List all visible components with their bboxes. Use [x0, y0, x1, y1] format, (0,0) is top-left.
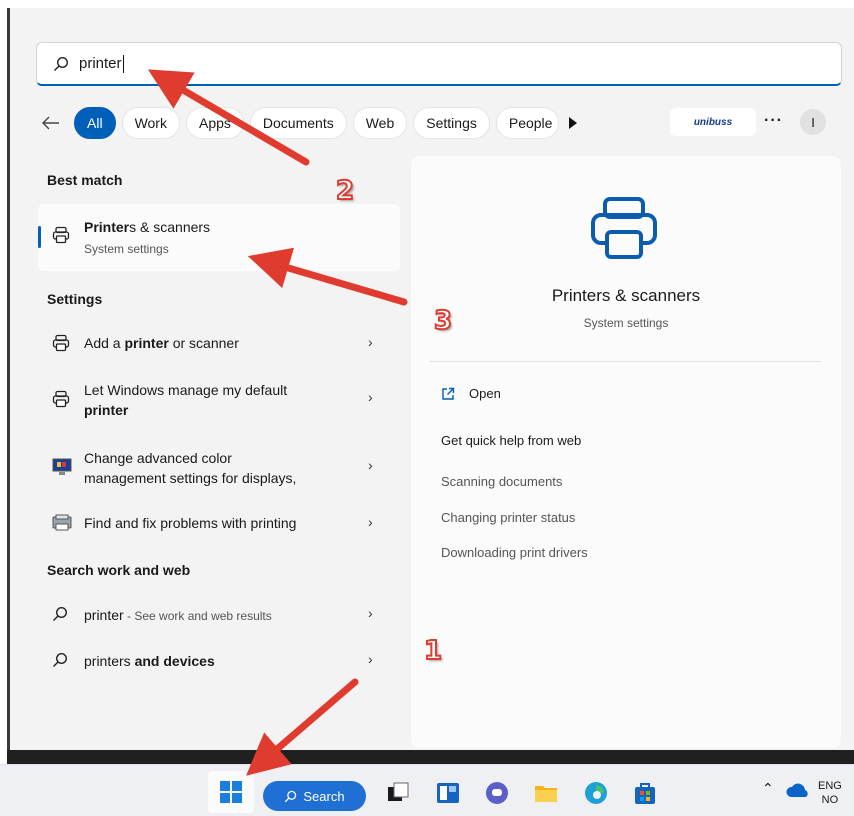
label-post: or scanner	[168, 335, 239, 351]
detail-subtitle: System settings	[583, 316, 669, 330]
open-external-icon	[442, 387, 455, 400]
windows-logo-icon	[220, 781, 242, 803]
filter-apps[interactable]: Apps	[185, 107, 244, 139]
edge-browser-icon[interactable]	[584, 781, 608, 805]
web-bold: and devices	[130, 653, 215, 669]
best-match-title-bold: Printer	[84, 219, 130, 235]
settings-item-default-printer[interactable]: Let Windows manage my default printer ›	[38, 378, 400, 422]
label-bold: printer	[124, 335, 169, 351]
detail-title: Printers & scanners	[551, 286, 701, 305]
help-link-print-drivers[interactable]: Downloading print drivers	[441, 545, 588, 560]
filter-documents[interactable]: Documents	[249, 107, 347, 139]
chevron-right-icon: ›	[368, 334, 373, 350]
chevron-right-icon: ›	[368, 389, 373, 405]
file-explorer-icon[interactable]	[534, 781, 558, 805]
settings-item-label: Let Windows manage my default printer	[84, 380, 287, 420]
color-management-icon	[52, 458, 72, 475]
settings-item-troubleshoot-printing[interactable]: Find and fix problems with printing ›	[38, 510, 400, 540]
settings-item-add-printer[interactable]: Add a printer or scanner ›	[38, 330, 400, 360]
search-icon	[285, 790, 297, 802]
settings-item-label: Find and fix problems with printing	[84, 515, 297, 531]
widgets-icon[interactable]	[436, 781, 460, 805]
search-query[interactable]: printer	[79, 55, 122, 72]
search-input[interactable]: printer	[36, 42, 842, 86]
settings-heading: Settings	[47, 291, 103, 307]
taskbar-search-label: Search	[303, 788, 345, 804]
web-result-printer[interactable]: printer - See work and web results ›	[38, 602, 400, 630]
unibuss-logo[interactable]: unibuss	[670, 108, 756, 136]
back-arrow-icon[interactable]	[36, 116, 66, 130]
label-line1: Change advanced color	[84, 450, 232, 466]
web-result-printers-devices[interactable]: printers and devices ›	[38, 648, 400, 676]
task-view-icon[interactable]	[386, 781, 410, 805]
label-pre: Add a	[84, 335, 125, 351]
best-match-title: Printers & scanners	[84, 219, 210, 235]
language-indicator[interactable]: ENG NO	[818, 779, 842, 807]
taskbar-search-button[interactable]: Search	[263, 781, 366, 811]
filter-settings[interactable]: Settings	[413, 107, 490, 139]
web-query: printer	[84, 607, 124, 623]
printer-icon	[52, 390, 70, 408]
lang-line2: NO	[821, 794, 839, 806]
settings-item-color-management[interactable]: Change advanced color management settings…	[38, 446, 400, 490]
annotation-number-3: 3	[433, 305, 453, 337]
show-hidden-icons-chevron-icon[interactable]: ⌃	[762, 781, 774, 795]
search-web-heading: Search work and web	[47, 562, 191, 578]
help-link-printer-status[interactable]: Changing printer status	[441, 510, 575, 525]
chevron-right-icon: ›	[368, 514, 373, 530]
microsoft-store-icon[interactable]	[633, 781, 657, 805]
chevron-right-icon: ›	[368, 605, 373, 621]
filter-bar: All Work Apps Documents Web Settings Peo…	[36, 106, 846, 140]
more-options-button[interactable]: ···	[764, 112, 783, 130]
best-match-subtitle: System settings	[84, 242, 169, 256]
open-action[interactable]: Open	[441, 386, 501, 401]
quick-help-heading: Get quick help from web	[441, 433, 582, 448]
settings-item-label: Add a printer or scanner	[84, 333, 239, 353]
web-suffix: - See work and web results	[123, 609, 272, 623]
web-query: printers	[84, 653, 131, 669]
teams-chat-icon[interactable]	[485, 781, 509, 805]
best-match-title-rest: s & scanners	[129, 219, 211, 235]
divider	[429, 361, 821, 362]
filter-web[interactable]: Web	[352, 107, 408, 139]
search-icon	[53, 606, 68, 621]
label-pre: Let Windows manage my default	[84, 382, 288, 398]
help-link-scanning[interactable]: Scanning documents	[441, 474, 562, 489]
best-match-heading: Best match	[47, 172, 123, 188]
printer-icon	[52, 334, 70, 352]
chevron-right-icon: ›	[368, 651, 373, 667]
filter-people[interactable]: People	[495, 107, 560, 139]
label-line2: management settings for displays,	[84, 470, 297, 486]
start-button[interactable]	[208, 771, 254, 813]
search-icon	[53, 652, 68, 667]
annotation-number-2: 2	[335, 175, 355, 207]
printer-icon	[52, 226, 70, 244]
lang-line1: ENG	[818, 780, 842, 792]
taskbar: Search ⌃ ENG NO	[0, 764, 854, 816]
annotation-number-1: 1	[423, 635, 443, 667]
printer-icon	[591, 197, 657, 259]
avatar[interactable]: I	[800, 109, 826, 135]
selection-indicator	[38, 226, 41, 248]
open-label: Open	[469, 386, 501, 401]
label-bold: printer	[84, 402, 129, 418]
more-filters-play-icon[interactable]	[569, 117, 578, 129]
filter-all[interactable]: All	[74, 107, 116, 139]
best-match-item[interactable]: Printers & scanners System settings	[38, 204, 400, 271]
filter-work[interactable]: Work	[121, 107, 180, 139]
text-caret	[122, 54, 124, 73]
search-icon	[54, 56, 69, 71]
chevron-right-icon: ›	[368, 457, 373, 473]
window-bottom-edge	[7, 750, 854, 764]
detail-pane: Printers & scanners System settings Open…	[411, 156, 841, 748]
troubleshoot-printer-icon	[52, 514, 72, 531]
onedrive-cloud-icon[interactable]	[786, 783, 810, 807]
